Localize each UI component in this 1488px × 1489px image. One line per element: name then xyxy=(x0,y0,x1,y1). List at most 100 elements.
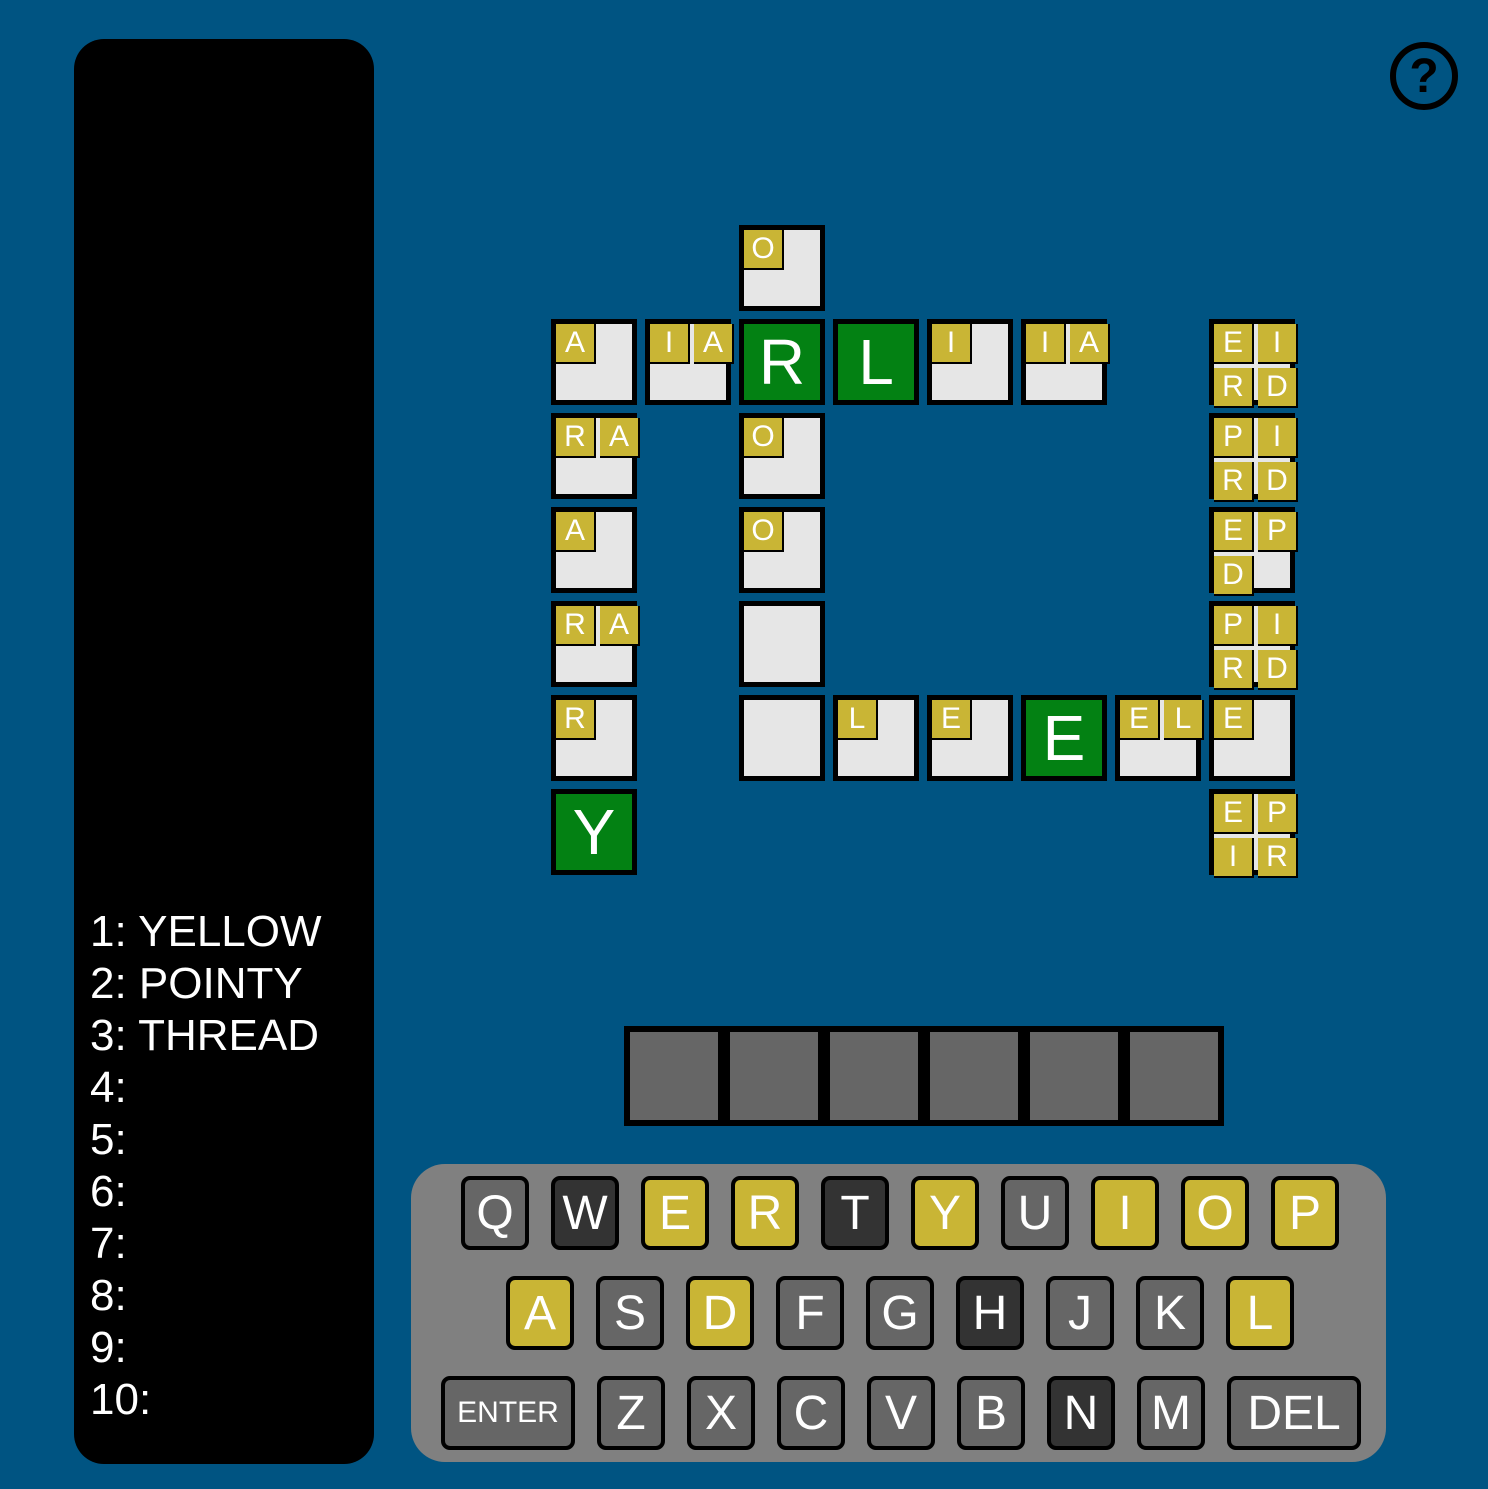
key-del[interactable]: DEL xyxy=(1227,1376,1361,1450)
solved-letter: E xyxy=(1042,702,1086,774)
key-r[interactable]: R xyxy=(731,1176,799,1250)
key-h[interactable]: H xyxy=(956,1276,1024,1350)
grid-cell: PIRD xyxy=(1209,413,1298,502)
hint-letter: R xyxy=(1214,368,1254,408)
hint-letter: E xyxy=(1214,700,1254,740)
hint-letter: E xyxy=(1214,512,1254,552)
key-v[interactable]: V xyxy=(867,1376,935,1450)
hint-letter: O xyxy=(744,418,784,458)
grid-cell: E xyxy=(1209,695,1295,781)
hint-letter: R xyxy=(556,700,596,740)
key-p[interactable]: P xyxy=(1271,1176,1339,1250)
grid-cell: A xyxy=(551,319,637,405)
hint-letter: A xyxy=(556,324,596,364)
hint-letter: L xyxy=(838,700,878,740)
key-q[interactable]: Q xyxy=(461,1176,529,1250)
hint-letter: R xyxy=(1214,462,1254,502)
entry-slot-1 xyxy=(624,1026,724,1126)
hint-letter: A xyxy=(600,418,640,458)
hint-letter: D xyxy=(1214,556,1254,596)
grid-cell xyxy=(739,601,825,687)
key-f[interactable]: F xyxy=(776,1276,844,1350)
solved-letter: Y xyxy=(572,796,616,868)
hint-letter: I xyxy=(1026,324,1066,364)
grid-cell: IA xyxy=(645,319,734,405)
hint-letter: P xyxy=(1214,606,1254,646)
grid-cell: I xyxy=(927,319,1013,405)
solved-cell: R xyxy=(739,319,825,405)
hint-letter: P xyxy=(1258,512,1298,552)
hint-letter: I xyxy=(650,324,690,364)
grid-cell: O xyxy=(739,225,825,311)
key-k[interactable]: K xyxy=(1136,1276,1204,1350)
hint-letter: O xyxy=(744,512,784,552)
key-d[interactable]: D xyxy=(686,1276,754,1350)
key-c[interactable]: C xyxy=(777,1376,845,1450)
key-t[interactable]: T xyxy=(821,1176,889,1250)
solved-cell: Y xyxy=(551,789,637,875)
key-e[interactable]: E xyxy=(641,1176,709,1250)
entry-slot-3 xyxy=(824,1026,924,1126)
hint-letter: I xyxy=(932,324,972,364)
key-w[interactable]: W xyxy=(551,1176,619,1250)
solved-letter: L xyxy=(858,326,894,398)
entry-slot-6 xyxy=(1124,1026,1224,1126)
key-j[interactable]: J xyxy=(1046,1276,1114,1350)
key-m[interactable]: M xyxy=(1137,1376,1205,1450)
key-y[interactable]: Y xyxy=(911,1176,979,1250)
hint-letter: D xyxy=(1258,650,1298,690)
hint-letter: P xyxy=(1258,794,1298,834)
hint-letter: E xyxy=(932,700,972,740)
hint-letter: A xyxy=(600,606,640,646)
hint-letter: E xyxy=(1120,700,1160,740)
solved-cell: E xyxy=(1021,695,1107,781)
entry-slot-4 xyxy=(924,1026,1024,1126)
on-screen-keyboard: Q W E R T Y U I O P A S D F G H J K L ENTER Z X C V B N M DEL xyxy=(411,1164,1386,1462)
solved-letter: R xyxy=(758,326,806,398)
hint-letter: I xyxy=(1214,838,1254,878)
key-l[interactable]: L xyxy=(1226,1276,1294,1350)
grid-cell: EIRD xyxy=(1209,319,1298,408)
hint-letter: R xyxy=(556,418,596,458)
entry-slot-2 xyxy=(724,1026,824,1126)
grid-cell: EPIR xyxy=(1209,789,1298,878)
grid-cell: E xyxy=(927,695,1013,781)
entry-slot-5 xyxy=(1024,1026,1124,1126)
key-a[interactable]: A xyxy=(506,1276,574,1350)
key-n[interactable]: N xyxy=(1047,1376,1115,1450)
grid-cell: O xyxy=(739,507,825,593)
hint-letter: E xyxy=(1214,324,1254,364)
grid-cell: O xyxy=(739,413,825,499)
grid-cell: IA xyxy=(1021,319,1110,405)
hint-letter: R xyxy=(1258,838,1298,878)
grid-cell: A xyxy=(551,507,637,593)
hint-letter: A xyxy=(694,324,734,364)
hint-letter: I xyxy=(1258,606,1298,646)
key-o[interactable]: O xyxy=(1181,1176,1249,1250)
hint-letter: O xyxy=(744,230,784,270)
key-s[interactable]: S xyxy=(596,1276,664,1350)
hint-letter: L xyxy=(1164,700,1204,740)
hint-letter: R xyxy=(1214,650,1254,690)
hint-letter: P xyxy=(1214,418,1254,458)
hint-letter: A xyxy=(1070,324,1110,364)
key-enter[interactable]: ENTER xyxy=(441,1376,575,1450)
grid-cell: RA xyxy=(551,413,640,499)
hint-letter: I xyxy=(1258,418,1298,458)
grid-cell: L xyxy=(833,695,919,781)
grid-cell: RA xyxy=(551,601,640,687)
grid-cell: EL xyxy=(1115,695,1204,781)
key-u[interactable]: U xyxy=(1001,1176,1069,1250)
grid-cell: PIRD xyxy=(1209,601,1298,690)
hint-letter: D xyxy=(1258,462,1298,502)
key-z[interactable]: Z xyxy=(597,1376,665,1450)
key-i[interactable]: I xyxy=(1091,1176,1159,1250)
hint-letter: A xyxy=(556,512,596,552)
key-g[interactable]: G xyxy=(866,1276,934,1350)
key-x[interactable]: X xyxy=(687,1376,755,1450)
solved-cell: L xyxy=(833,319,919,405)
key-b[interactable]: B xyxy=(957,1376,1025,1450)
hint-letter: D xyxy=(1258,368,1298,408)
hint-letter: E xyxy=(1214,794,1254,834)
grid-cell xyxy=(739,695,825,781)
